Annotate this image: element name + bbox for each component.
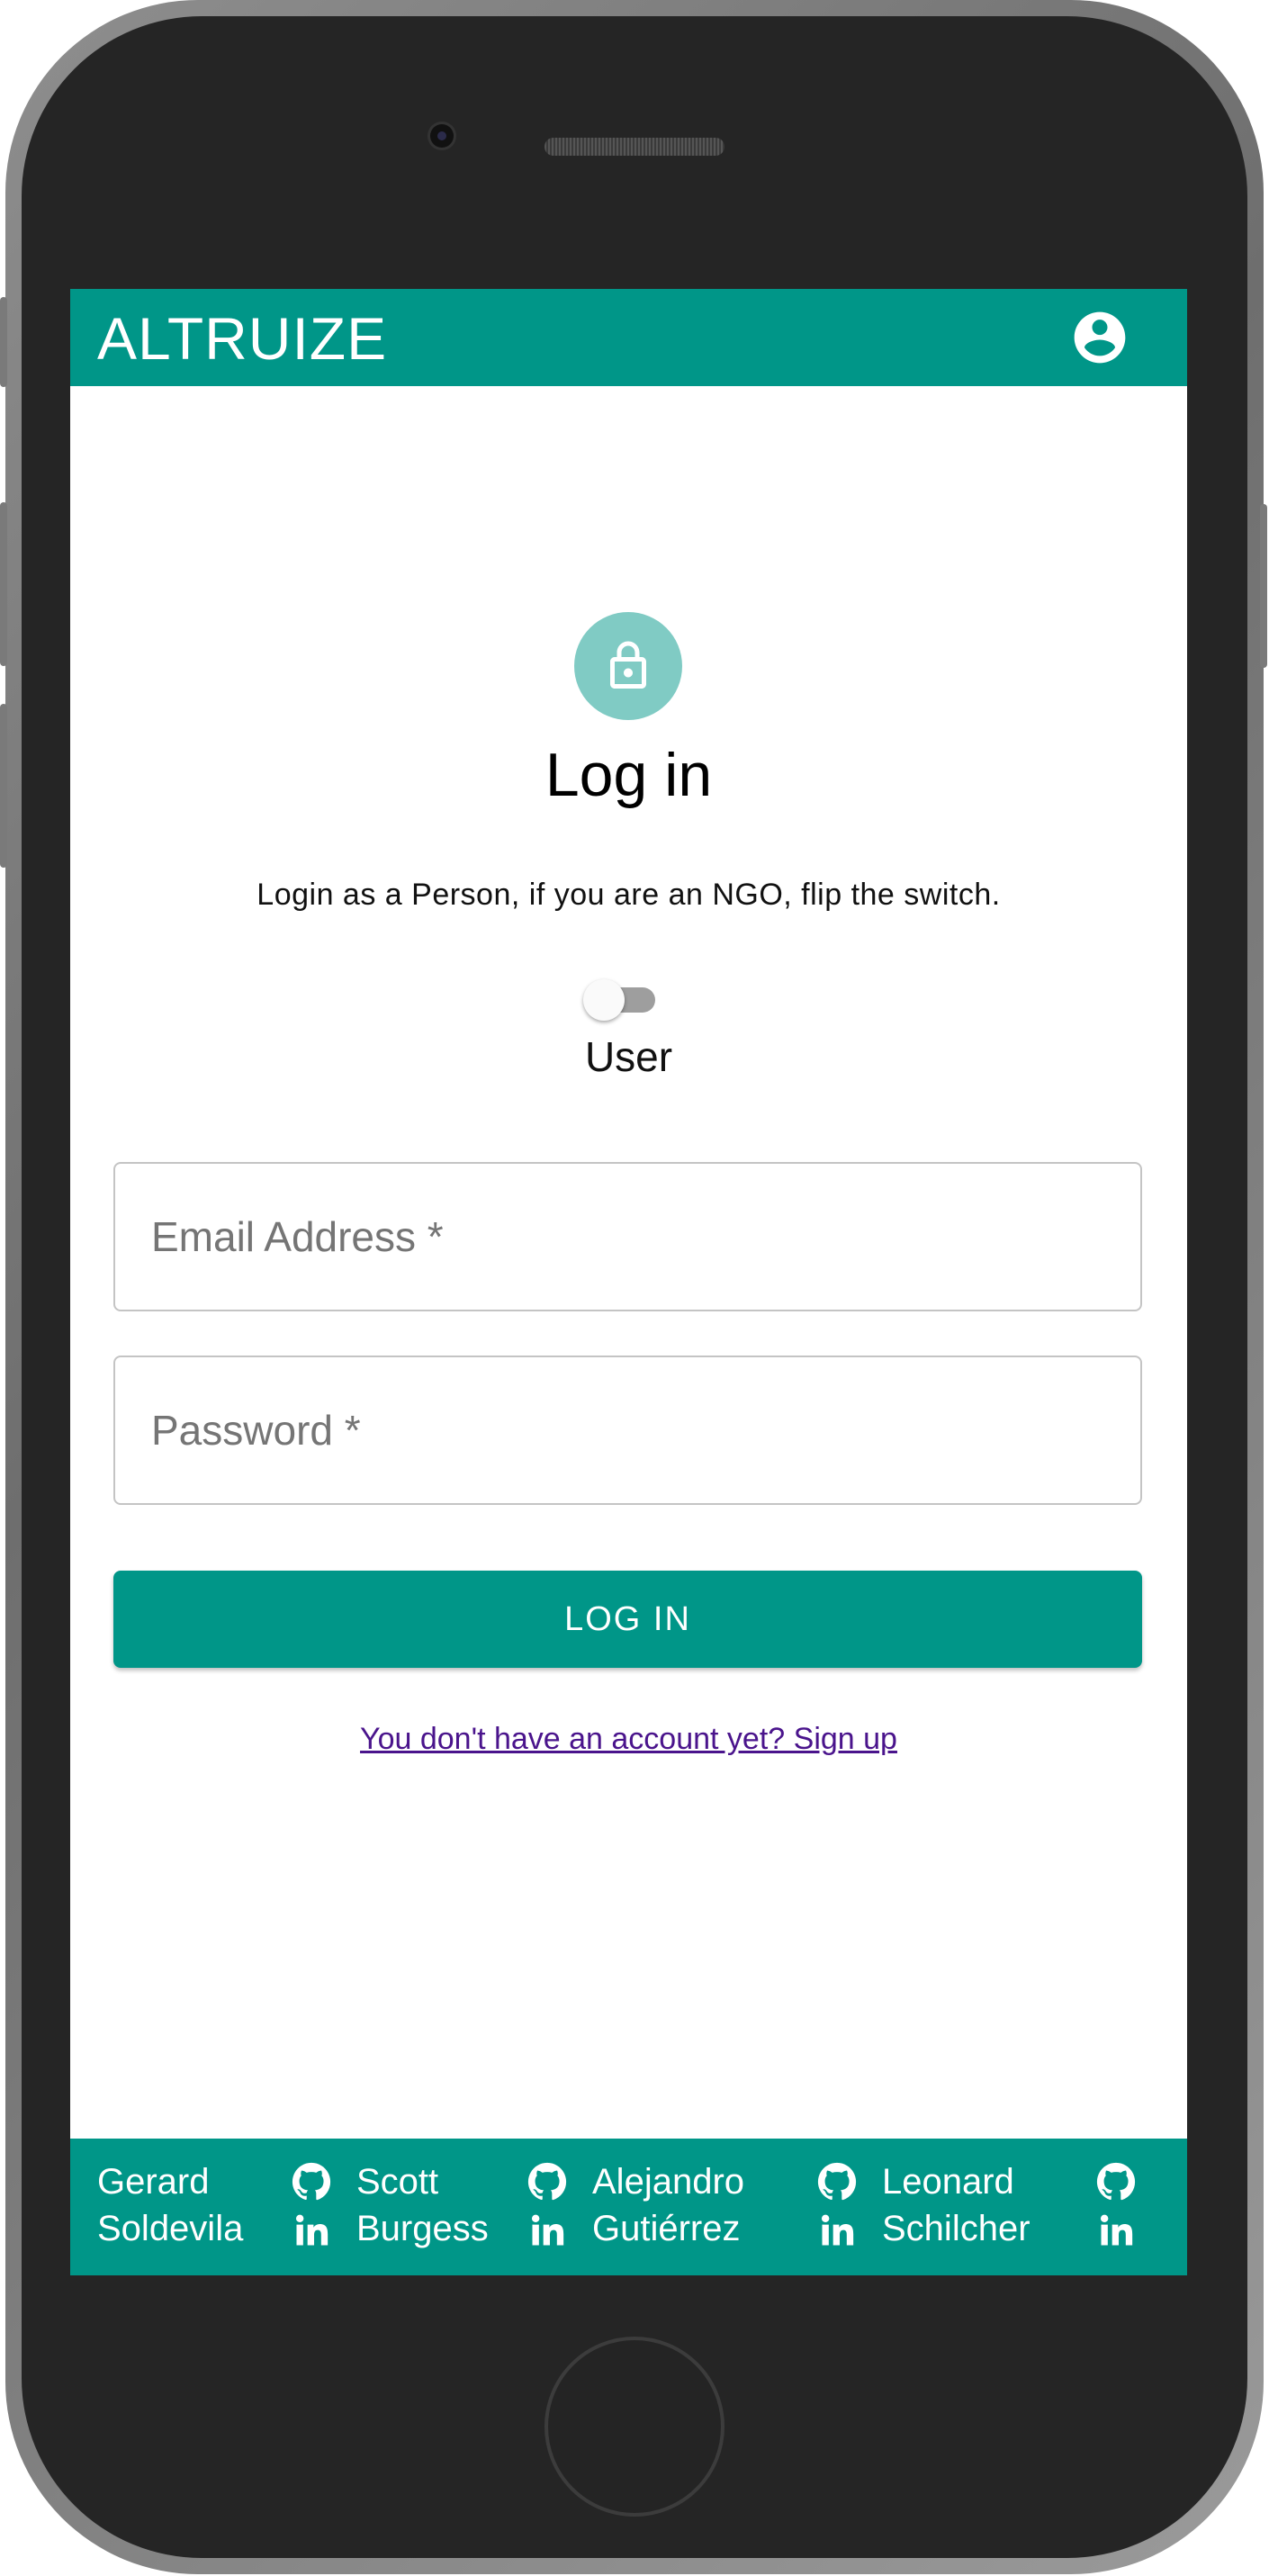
footer: Gerard Soldevila Scott Burgess Alejandro… [70,2139,1187,2275]
email-field [113,1162,1142,1311]
app-screen: ALTRUIZE Log in Login as a Person, if yo… [70,289,1187,2275]
person-last-name: Gutiérrez [592,2209,741,2248]
earpiece-speaker [544,138,724,156]
phone-side-button [0,297,7,387]
phone-volume-up-button [0,502,7,666]
linkedin-icon[interactable] [527,2211,567,2250]
person-last-name: Schilcher [882,2209,1030,2248]
app-bar: ALTRUIZE [70,289,1187,386]
footer-person: Gerard Soldevila [97,2158,243,2252]
linkedin-icon[interactable] [1096,2211,1136,2250]
person-last-name: Soldevila [97,2209,244,2248]
brand-title[interactable]: ALTRUIZE [97,307,387,370]
switch-thumb[interactable] [583,979,625,1021]
switch-label: User [584,1033,673,1080]
phone-volume-down-button [0,704,7,868]
person-first-name: Leonard [882,2162,1014,2202]
person-first-name: Alejandro [592,2162,745,2202]
linkedin-icon[interactable] [817,2211,857,2250]
linkedin-icon[interactable] [292,2211,331,2250]
lock-avatar [574,612,682,720]
github-icon[interactable] [817,2162,857,2202]
github-icon[interactable] [292,2162,331,2202]
footer-person: Leonard Schilcher [882,2158,1030,2252]
front-camera [430,124,454,148]
ngo-toggle-switch[interactable] [583,977,673,1022]
lock-icon [610,641,646,689]
phone-power-button [1260,504,1267,668]
login-instructions: Login as a Person, if you are an NGO, fl… [256,878,1001,912]
footer-person: Scott Burgess [356,2158,489,2252]
login-button[interactable]: LOG IN [113,1571,1142,1668]
person-last-name: Burgess [356,2209,489,2248]
signup-link[interactable]: You don't have an account yet? Sign up [70,1721,1187,1757]
person-first-name: Gerard [97,2162,210,2202]
footer-person: Alejandro Gutiérrez [592,2158,744,2252]
github-icon[interactable] [1096,2162,1136,2202]
github-icon[interactable] [527,2162,567,2202]
page-title: Log in [544,741,713,809]
password-input[interactable] [115,1357,1140,1503]
password-field [113,1356,1142,1505]
email-input[interactable] [115,1164,1140,1310]
person-first-name: Scott [356,2162,439,2202]
home-button[interactable] [544,2337,724,2517]
account-circle-icon[interactable] [1069,307,1130,368]
